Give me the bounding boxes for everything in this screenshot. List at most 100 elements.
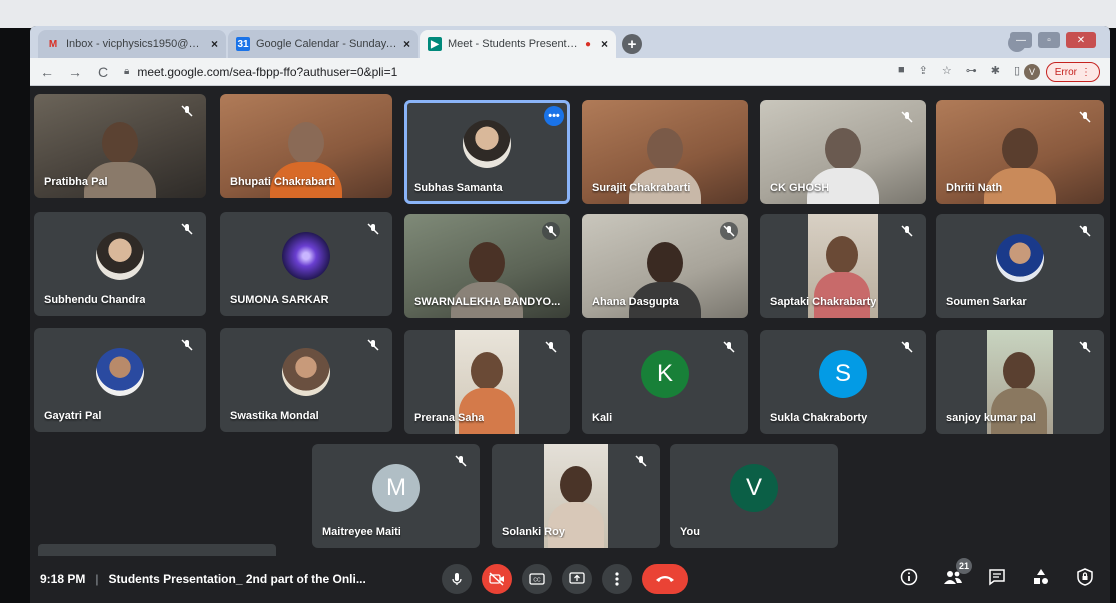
microphone-button[interactable] [442, 564, 472, 594]
more-vert-icon [615, 572, 619, 586]
share-icon[interactable]: ⇪ [919, 64, 928, 77]
tab-title: Meet - Students Presentatior [448, 38, 581, 50]
bookmark-star-icon[interactable]: ☆ [942, 64, 952, 77]
camera-permission-icon[interactable]: ■ [898, 64, 905, 77]
url-text: meet.google.com/sea-fbpp-ffo?authuser=0&… [137, 64, 398, 79]
more-options-button[interactable] [602, 564, 632, 594]
hangup-icon [656, 576, 674, 582]
address-bar[interactable]: 🔒︎ meet.google.com/sea-fbpp-ffo?authuser… [124, 65, 884, 79]
mic-off-icon [1076, 222, 1094, 240]
self-tile[interactable]: V You [670, 444, 838, 548]
captions-button[interactable]: CC [522, 564, 552, 594]
reload-icon[interactable]: C [92, 64, 114, 80]
window-close-icon[interactable]: ✕ [1066, 32, 1096, 48]
participant-name: Surajit Chakrabarti [592, 182, 691, 194]
participant-avatar: M [372, 463, 420, 512]
mic-off-icon [452, 452, 470, 470]
participant-tile[interactable]: Saptaki Chakrabarty [760, 214, 926, 318]
participant-tile[interactable]: SWARNALEKHA BANDYO... [404, 214, 570, 318]
chat-icon [989, 569, 1005, 586]
meeting-grid: Pratibha Pal Bhupati Chakrabarti ••• Sub… [30, 86, 1110, 582]
participant-tile[interactable]: Pratibha Pal [34, 94, 206, 198]
lock-icon: 🔒︎ [124, 66, 130, 77]
tab-calendar[interactable]: 31 Google Calendar - Sunday, May × [228, 30, 418, 58]
participant-name: Subhas Samanta [414, 182, 503, 194]
meeting-title[interactable]: Students Presentation_ 2nd part of the O… [108, 572, 365, 586]
forward-icon[interactable]: → [64, 64, 86, 80]
participant-avatar [96, 231, 144, 280]
participant-avatar: S [819, 349, 867, 398]
participant-tile-speaking[interactable]: ••• Subhas Samanta [404, 100, 570, 204]
error-button[interactable]: Error ⋮ [1045, 62, 1100, 82]
participant-tile[interactable]: Subhendu Chandra [34, 212, 206, 316]
sidepanel-icon[interactable]: ▯ [1014, 64, 1020, 77]
participant-tile[interactable]: Soumen Sarkar [936, 214, 1104, 318]
participant-tile[interactable]: Ahana Dasgupta [582, 214, 748, 318]
participant-name: Swastika Mondal [230, 410, 319, 422]
participant-tile[interactable]: Dhriti Nath [936, 100, 1104, 204]
participant-name: Soumen Sarkar [946, 296, 1027, 308]
activities-button[interactable] [1030, 566, 1052, 588]
chat-button[interactable] [986, 566, 1008, 588]
meeting-info: 9:18 PM | Students Presentation_ 2nd par… [40, 572, 366, 586]
participant-tile[interactable]: K Kali [582, 330, 748, 434]
microphone-icon [452, 573, 462, 585]
tab-gmail[interactable]: M Inbox - vicphysics1950@gmail.co × [38, 30, 226, 58]
meet-icon: ▶ [428, 37, 442, 51]
tab-close-icon[interactable]: × [601, 37, 608, 51]
participant-tile[interactable]: M Maitreyee Maiti [312, 444, 480, 548]
mic-off-icon [898, 338, 916, 356]
people-button[interactable]: 21 [942, 558, 972, 588]
mic-off-icon [542, 338, 560, 356]
extensions-icon[interactable]: ✱ [991, 64, 1000, 77]
participant-avatar: K [641, 349, 689, 398]
leave-call-button[interactable] [642, 564, 688, 594]
participant-tile[interactable]: CK GHOSH [760, 100, 926, 204]
mic-off-icon [1076, 108, 1094, 126]
separator: | [95, 572, 99, 586]
tab-close-icon[interactable]: × [211, 37, 218, 51]
mic-off-icon [178, 220, 196, 238]
mic-off-icon [898, 222, 916, 240]
calendar-icon: 31 [236, 37, 250, 51]
back-icon[interactable]: ← [36, 64, 58, 80]
host-controls-button[interactable] [1074, 566, 1096, 588]
maximize-icon[interactable]: ▫ [1038, 32, 1060, 48]
participant-tile[interactable]: Prerana Saha [404, 330, 570, 434]
present-button[interactable] [562, 564, 592, 594]
mic-off-icon [542, 222, 560, 240]
participant-tile[interactable]: Gayatri Pal [34, 328, 206, 432]
minimize-icon[interactable]: — [1010, 32, 1032, 48]
meeting-time: 9:18 PM [40, 572, 86, 586]
participant-name: SWARNALEKHA BANDYO... [414, 296, 561, 308]
meeting-control-bar: 9:18 PM | Students Presentation_ 2nd par… [30, 556, 1110, 603]
participant-name: Gayatri Pal [44, 410, 102, 422]
participant-tile[interactable]: Solanki Roy [492, 444, 660, 548]
camera-off-button[interactable] [482, 564, 512, 594]
meeting-side-controls: 21 [898, 558, 1096, 588]
svg-text:CC: CC [533, 578, 541, 584]
more-options-icon[interactable]: ••• [544, 106, 564, 126]
participant-avatar: V [730, 463, 778, 512]
participant-name: Prerana Saha [414, 412, 485, 424]
profile-avatar[interactable]: V [1024, 64, 1040, 80]
mic-off-icon [178, 102, 196, 120]
mic-off-icon [720, 338, 738, 356]
participant-tile[interactable]: Surajit Chakrabarti [582, 100, 748, 204]
participant-name: You [680, 526, 700, 538]
info-icon [900, 568, 918, 586]
tab-close-icon[interactable]: × [403, 37, 410, 51]
participant-tile[interactable]: Bhupati Chakrabarti [220, 94, 392, 198]
participant-tile[interactable]: SUMONA SARKAR [220, 212, 392, 316]
call-controls: CC [442, 564, 688, 594]
participant-tile[interactable]: S Sukla Chakraborty [760, 330, 926, 434]
new-tab-button[interactable]: + [622, 34, 642, 54]
key-icon[interactable]: ⊶ [966, 64, 977, 77]
participant-tile[interactable]: sanjoy kumar pal [936, 330, 1104, 434]
meeting-details-button[interactable] [898, 566, 920, 588]
participant-tile[interactable]: Swastika Mondal [220, 328, 392, 432]
menu-dots-icon: ⋮ [1081, 66, 1091, 78]
tab-meet[interactable]: ▶ Meet - Students Presentatior ● × [420, 30, 616, 58]
participant-name: sanjoy kumar pal [946, 412, 1036, 424]
present-screen-icon [569, 572, 585, 584]
